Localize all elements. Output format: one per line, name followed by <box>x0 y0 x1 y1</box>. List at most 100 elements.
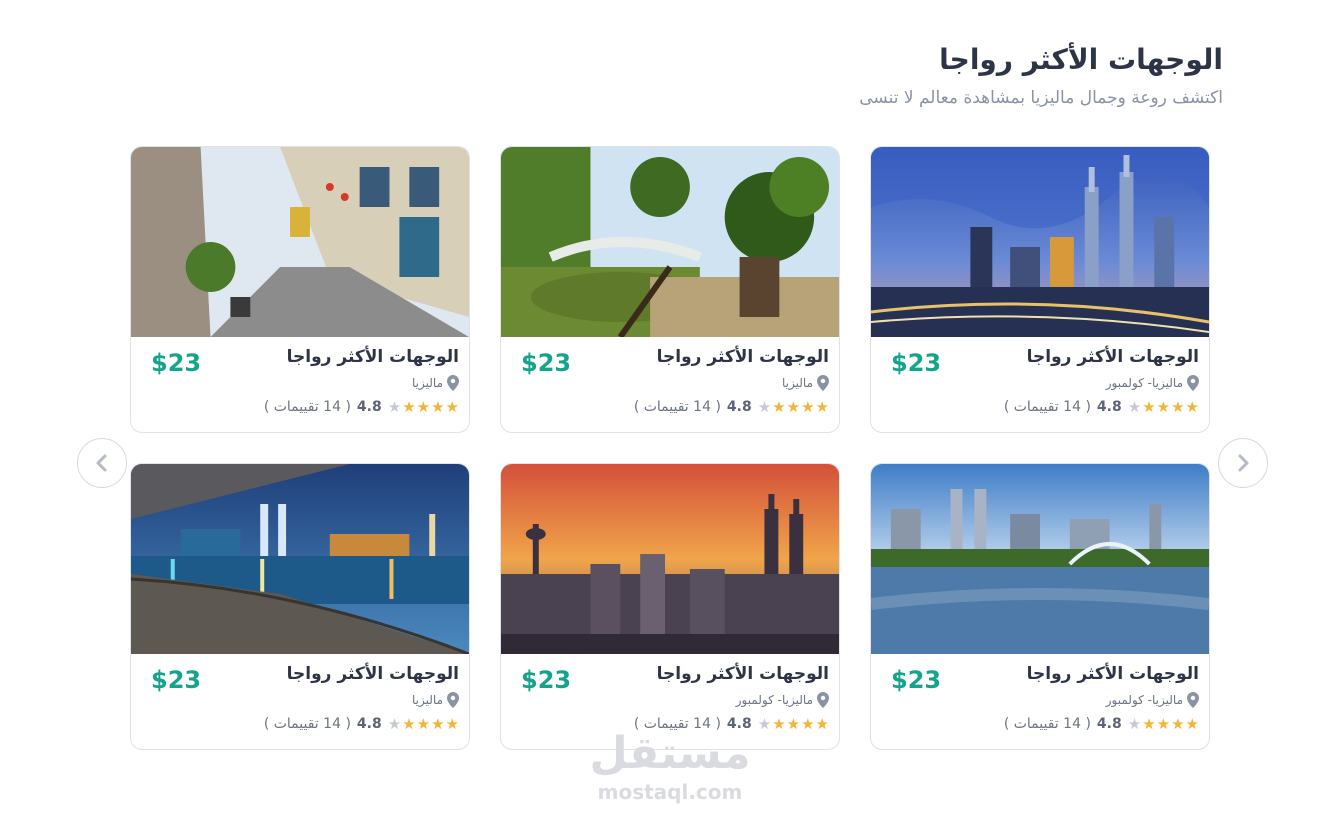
card-location-text: ماليزيا <box>782 376 813 390</box>
star-icon: ★ <box>1142 398 1156 416</box>
section-title: الوجهات الأكثر رواجا <box>939 43 1223 76</box>
star-icon: ★ <box>801 398 815 416</box>
star-icon: ★ <box>1156 715 1171 733</box>
carousel-next-button[interactable] <box>1218 438 1268 488</box>
card-title[interactable]: الوجهات الأكثر رواجا <box>1027 664 1199 684</box>
card-location: ماليزيا <box>782 375 829 391</box>
location-pin-icon <box>817 692 829 708</box>
star-icon: ★ <box>757 398 772 416</box>
card-image[interactable] <box>871 464 1209 654</box>
card-rating: ★ ★ ★ ★ ★ 4.8 ( 14 تقييمات ) <box>1004 399 1199 415</box>
review-count: ( 14 تقييمات ) <box>1003 716 1091 732</box>
star-icon: ★ <box>1156 398 1171 416</box>
card-image[interactable] <box>871 147 1209 337</box>
card-price: $23 <box>891 349 942 377</box>
card-title[interactable]: الوجهات الأكثر رواجا <box>287 347 459 367</box>
card-image[interactable] <box>131 147 469 337</box>
star-icon: ★ <box>416 715 431 733</box>
card-rating: ★ ★ ★ ★ ★ 4.8 ( 14 تقييمات ) <box>264 399 459 415</box>
card-location-text: ماليزيا <box>412 693 443 707</box>
star-icon: ★ <box>431 715 445 733</box>
card-title[interactable]: الوجهات الأكثر رواجا <box>657 664 829 684</box>
section-subtitle: اكتشف روعة وجمال ماليزيا بمشاهدة معالم ل… <box>859 88 1223 108</box>
rating-score: 4.8 <box>726 399 752 415</box>
star-rating: ★ ★ ★ ★ ★ <box>388 716 459 732</box>
star-icon: ★ <box>772 398 786 416</box>
card-image[interactable] <box>501 147 839 337</box>
star-icon: ★ <box>815 398 829 416</box>
star-icon: ★ <box>416 398 431 416</box>
star-icon: ★ <box>1185 398 1199 416</box>
star-icon: ★ <box>757 715 772 733</box>
rating-score: 4.8 <box>1096 399 1122 415</box>
star-icon: ★ <box>1185 715 1199 733</box>
chevron-left-icon <box>96 454 107 472</box>
card-location-text: ماليزيا- كولمبور <box>735 693 813 707</box>
star-icon: ★ <box>801 715 815 733</box>
destination-card[interactable]: الوجهات الأكثر رواجا $23 ماليزيا- كولمبو… <box>870 463 1210 750</box>
star-rating: ★ ★ ★ ★ ★ <box>1128 399 1199 415</box>
card-title[interactable]: الوجهات الأكثر رواجا <box>657 347 829 367</box>
star-icon: ★ <box>1171 715 1185 733</box>
star-icon: ★ <box>445 715 459 733</box>
carousel-prev-button[interactable] <box>77 438 127 488</box>
destination-card[interactable]: الوجهات الأكثر رواجا $23 ماليزيا ★ ★ ★ ★ ★ 4… <box>500 146 840 433</box>
card-price: $23 <box>151 666 202 694</box>
location-pin-icon <box>447 375 459 391</box>
watermark: مستقل mostaql.com <box>588 728 752 804</box>
card-image[interactable] <box>501 464 839 654</box>
star-rating: ★ ★ ★ ★ ★ <box>1128 716 1199 732</box>
card-location-text: ماليزيا- كولمبور <box>1105 376 1183 390</box>
card-rating: ★ ★ ★ ★ ★ 4.8 ( 14 تقييمات ) <box>264 716 459 732</box>
star-icon: ★ <box>1171 398 1185 416</box>
rating-score: 4.8 <box>356 399 382 415</box>
star-icon: ★ <box>1127 715 1142 733</box>
destination-card[interactable]: الوجهات الأكثر رواجا $23 ماليزيا ★ ★ ★ ★ ★ 4… <box>130 146 470 433</box>
card-price: $23 <box>521 666 572 694</box>
card-price: $23 <box>521 349 572 377</box>
card-price: $23 <box>151 349 202 377</box>
card-location: ماليزيا- كولمبور <box>1106 692 1199 708</box>
rating-score: 4.8 <box>356 716 382 732</box>
star-rating: ★ ★ ★ ★ ★ <box>388 399 459 415</box>
watermark-latin: mostaql.com <box>597 780 743 804</box>
card-location: ماليزيا- كولمبور <box>1106 375 1199 391</box>
location-pin-icon <box>1187 692 1199 708</box>
star-icon: ★ <box>402 715 416 733</box>
location-pin-icon <box>817 375 829 391</box>
star-icon: ★ <box>815 715 829 733</box>
rating-score: 4.8 <box>1096 716 1122 732</box>
card-title[interactable]: الوجهات الأكثر رواجا <box>1027 347 1199 367</box>
star-icon: ★ <box>445 398 459 416</box>
card-price: $23 <box>891 666 942 694</box>
card-rating: ★ ★ ★ ★ ★ 4.8 ( 14 تقييمات ) <box>634 399 829 415</box>
watermark-arabic: مستقل <box>589 728 751 779</box>
star-icon: ★ <box>1127 398 1142 416</box>
card-location-text: ماليزيا- كولمبور <box>1105 693 1183 707</box>
card-title[interactable]: الوجهات الأكثر رواجا <box>287 664 459 684</box>
star-icon: ★ <box>387 715 402 733</box>
chevron-right-icon <box>1238 454 1249 472</box>
star-icon: ★ <box>772 715 786 733</box>
destination-card[interactable]: الوجهات الأكثر رواجا $23 ماليزيا- كولمبو… <box>500 463 840 750</box>
review-count: ( 14 تقييمات ) <box>633 399 721 415</box>
star-icon: ★ <box>1142 715 1156 733</box>
card-rating: ★ ★ ★ ★ ★ 4.8 ( 14 تقييمات ) <box>1004 716 1199 732</box>
star-icon: ★ <box>387 398 402 416</box>
star-icon: ★ <box>786 715 801 733</box>
review-count: ( 14 تقييمات ) <box>1003 399 1091 415</box>
destination-card[interactable]: الوجهات الأكثر رواجا $23 ماليزيا ★ ★ ★ ★ ★ 4… <box>130 463 470 750</box>
location-pin-icon <box>1187 375 1199 391</box>
destination-card[interactable]: الوجهات الأكثر رواجا $23 ماليزيا- كولمبو… <box>870 146 1210 433</box>
location-pin-icon <box>447 692 459 708</box>
star-icon: ★ <box>786 398 801 416</box>
star-rating: ★ ★ ★ ★ ★ <box>758 399 829 415</box>
card-location: ماليزيا <box>412 692 459 708</box>
star-rating: ★ ★ ★ ★ ★ <box>758 716 829 732</box>
card-location: ماليزيا <box>412 375 459 391</box>
card-location: ماليزيا- كولمبور <box>736 692 829 708</box>
star-icon: ★ <box>402 398 416 416</box>
star-icon: ★ <box>431 398 445 416</box>
card-image[interactable] <box>131 464 469 654</box>
section-header: الوجهات الأكثر رواجا اكتشف روعة وجمال ما… <box>859 40 1223 110</box>
